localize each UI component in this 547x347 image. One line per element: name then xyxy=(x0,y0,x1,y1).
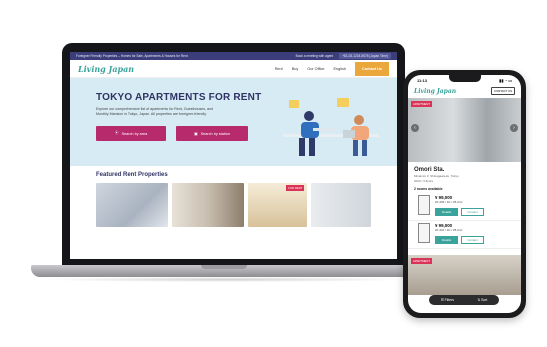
phone-logo[interactable]: Living Japan xyxy=(414,88,456,95)
property-card[interactable]: FOR RENT xyxy=(247,183,308,227)
topbar-text: Foreigner Friendly Properties – Homes fo… xyxy=(76,54,188,58)
filters-label: Filters xyxy=(444,298,454,302)
station-name: Omori Sta. xyxy=(414,167,445,173)
unit-detail: 2F 203 / 1K / 25.2m² xyxy=(435,200,463,204)
contact-us-button[interactable]: Contact Us xyxy=(354,61,389,76)
train-icon: ▣ xyxy=(194,132,198,136)
search-by-station-label: Search by station xyxy=(200,131,230,136)
featured-section: Featured Rent Properties FOR RENT xyxy=(70,166,397,233)
unit-detail: 2F 201 / 1K / 25.2m² xyxy=(435,228,463,232)
clock: 11:13 xyxy=(417,77,428,83)
nav-rent[interactable]: Rent xyxy=(275,67,283,71)
laptop-screen: Foreigner Friendly Properties – Homes fo… xyxy=(70,52,397,259)
filters-button[interactable]: ☰ Filters xyxy=(441,298,454,302)
status-badge: FOR RENT xyxy=(286,185,305,191)
navbar: Living Japan Rent Buy Our Office English… xyxy=(70,60,397,78)
phone-screen: 11:13 ▮▮ ◔ ▭ Living Japan CONTACT US APA… xyxy=(408,75,521,313)
phone-number[interactable]: +81-03-1234-5678 (Japan Time) xyxy=(339,53,391,59)
book-meeting-link[interactable]: Book a meeting with agent xyxy=(296,54,334,58)
featured-title: Featured Rent Properties xyxy=(96,172,168,178)
sort-label: Sort xyxy=(481,298,488,302)
details-button[interactable]: Details xyxy=(435,208,458,216)
phone-navbar: Living Japan CONTACT US xyxy=(408,85,521,97)
property-card[interactable] xyxy=(171,183,244,227)
details-button[interactable]: Details xyxy=(435,236,458,244)
phone-notch xyxy=(449,75,481,82)
chevron-right-icon[interactable]: › xyxy=(510,124,518,132)
filter-sort-bar: ☰ Filters ⇅ Sort xyxy=(429,295,499,305)
unit-row: ¥ 99,000 2F 203 / 1K / 25.2m² Details Co… xyxy=(408,193,521,221)
search-by-area-button[interactable]: ⦿ Search by area xyxy=(96,126,166,141)
property-card[interactable] xyxy=(311,183,371,227)
nav-buy[interactable]: Buy xyxy=(292,67,299,71)
property-card[interactable] xyxy=(96,183,168,227)
listing-photo[interactable]: APARTMENT ‹ › xyxy=(408,98,521,162)
device-mockup: Foreigner Friendly Properties – Homes fo… xyxy=(0,0,547,347)
search-by-area-label: Search by area xyxy=(121,131,148,136)
pin-icon: ⦿ xyxy=(114,131,119,135)
unit-row: ¥ 99,000 2F 201 / 1K / 25.2m² Details Co… xyxy=(408,221,521,249)
nav-our-office[interactable]: Our Office xyxy=(307,67,324,71)
laptop-shadow xyxy=(40,277,410,282)
laptop-base xyxy=(31,265,417,277)
rooms-available: 2 rooms available xyxy=(414,187,443,191)
nav-language[interactable]: English xyxy=(334,67,346,71)
contact-button[interactable]: Contact xyxy=(461,208,484,216)
people-working-illustration xyxy=(283,98,379,156)
sort-button[interactable]: ⇅ Sort xyxy=(477,298,487,302)
apartment-badge: APARTMENT xyxy=(411,258,432,264)
signal-icon: ▮▮ ◔ ▭ xyxy=(499,77,512,83)
hero-section: TOKYO APARTMENTS FOR RENT Explore our co… xyxy=(70,78,397,166)
apartment-badge: APARTMENT xyxy=(411,101,432,107)
contact-button[interactable]: Contact xyxy=(461,236,484,244)
site-logo[interactable]: Living Japan xyxy=(78,64,134,74)
hero-description: Explore our comprehensive list of apartm… xyxy=(96,107,214,116)
chevron-left-icon[interactable]: ‹ xyxy=(411,124,419,132)
floorplan-thumbnail[interactable] xyxy=(418,223,430,243)
phone-contact-button[interactable]: CONTACT US xyxy=(491,87,515,95)
search-by-station-button[interactable]: ▣ Search by station xyxy=(176,126,248,141)
floorplan-thumbnail[interactable] xyxy=(418,195,430,215)
listing-photo[interactable]: APARTMENT xyxy=(408,255,521,295)
top-bar: Foreigner Friendly Properties – Homes fo… xyxy=(70,52,397,60)
